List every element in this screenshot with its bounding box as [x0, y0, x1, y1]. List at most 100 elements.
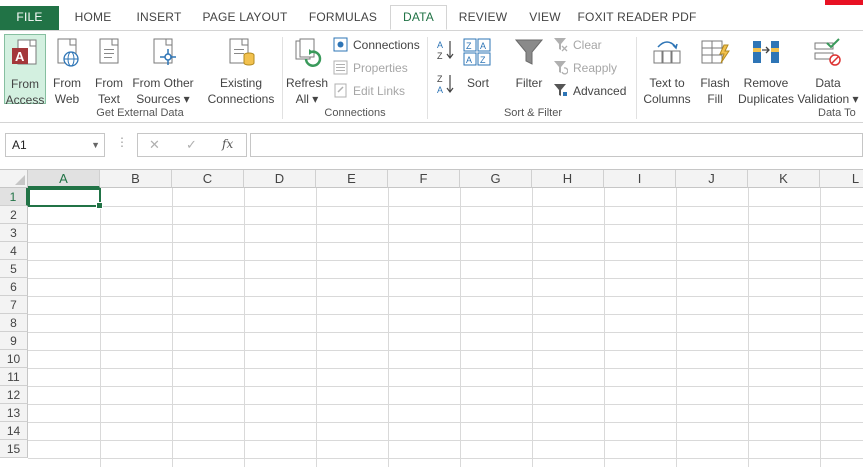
tab-home[interactable]: HOME: [64, 6, 122, 30]
sort-z-to-a-button[interactable]: Z A: [436, 73, 456, 97]
clear-filter-button[interactable]: Clear: [553, 35, 602, 55]
svg-text:Z: Z: [437, 51, 443, 61]
tab-data[interactable]: DATA: [390, 5, 447, 30]
advanced-filter-icon: [554, 84, 567, 96]
svg-text:Z: Z: [437, 74, 443, 84]
from-access-label-1: From: [11, 77, 39, 91]
chevron-down-icon[interactable]: ▼: [91, 134, 100, 156]
gridline-horizontal: [28, 368, 863, 369]
existing-connections-button[interactable]: Existing Connections: [205, 34, 277, 106]
text-to-columns-button[interactable]: Text to Columns: [641, 34, 693, 106]
row-header-12[interactable]: 12: [0, 386, 28, 404]
name-box[interactable]: A1 ▼: [5, 133, 105, 157]
enter-icon[interactable]: ✓: [186, 137, 197, 153]
gridline-horizontal: [28, 260, 863, 261]
advanced-filter-button[interactable]: Advanced: [553, 81, 626, 101]
row-header-13[interactable]: 13: [0, 404, 28, 422]
name-box-value: A1: [12, 138, 27, 152]
sort-icon: Z A A Z: [463, 38, 491, 66]
svg-text:A: A: [437, 85, 443, 95]
row-header-1[interactable]: 1: [0, 188, 28, 206]
column-header-i[interactable]: I: [604, 170, 676, 188]
worksheet-grid[interactable]: A B C D E F G H I J K L 1 2 3 4 5 6 7 8 9 10 11 12 13 14 15: [0, 169, 863, 467]
row-header-11[interactable]: 11: [0, 368, 28, 386]
refresh-all-button[interactable]: Refresh All ▾: [286, 34, 328, 106]
column-header-k[interactable]: K: [748, 170, 820, 188]
from-text-button[interactable]: From Text: [91, 34, 127, 106]
svg-text:A: A: [15, 49, 25, 64]
row-header-8[interactable]: 8: [0, 314, 28, 332]
reapply-button[interactable]: Reapply: [553, 58, 617, 78]
row-header-15[interactable]: 15: [0, 440, 28, 458]
column-header-l[interactable]: L: [820, 170, 863, 188]
tab-review[interactable]: REVIEW: [452, 6, 514, 30]
tab-formulas[interactable]: FORMULAS: [301, 6, 385, 30]
connections-button[interactable]: Connections: [333, 35, 420, 55]
row-header-5[interactable]: 5: [0, 260, 28, 278]
tab-page-layout[interactable]: PAGE LAYOUT: [196, 6, 294, 30]
selected-cell-a1[interactable]: [28, 188, 103, 209]
sort-button[interactable]: Z A A Z Sort: [461, 34, 495, 104]
tab-view[interactable]: VIEW: [520, 6, 570, 30]
sort-label: Sort: [466, 76, 489, 90]
from-other-sources-button[interactable]: From Other Sources ▾: [131, 34, 195, 106]
column-header-d[interactable]: D: [244, 170, 316, 188]
row-header-4[interactable]: 4: [0, 242, 28, 260]
select-all-button[interactable]: [0, 170, 28, 188]
clear-filter-icon: [554, 38, 568, 52]
close-strip[interactable]: [825, 0, 863, 5]
column-header-g[interactable]: G: [460, 170, 532, 188]
sort-a-to-z-button[interactable]: A Z: [436, 39, 456, 63]
other-sources-icon: [153, 38, 176, 65]
column-header-e[interactable]: E: [316, 170, 388, 188]
row-header-14[interactable]: 14: [0, 422, 28, 440]
flash-fill-icon: [701, 40, 730, 64]
tab-foxit-reader-pdf[interactable]: FOXIT READER PDF: [577, 6, 697, 30]
connections-icon: [333, 37, 348, 52]
cancel-icon[interactable]: ✕: [149, 137, 160, 153]
from-web-button[interactable]: From Web: [49, 34, 85, 106]
gridline-vertical: [604, 188, 605, 467]
properties-button[interactable]: Properties: [333, 58, 408, 78]
column-header-b[interactable]: B: [100, 170, 172, 188]
tab-file[interactable]: FILE: [0, 6, 59, 30]
gridline-vertical: [676, 188, 677, 467]
row-header-9[interactable]: 9: [0, 332, 28, 350]
from-access-button[interactable]: A From Access: [4, 34, 46, 107]
filter-button[interactable]: Filter: [510, 34, 548, 104]
edit-links-label: Edit Links: [353, 84, 406, 98]
tab-insert[interactable]: INSERT: [128, 6, 190, 30]
data-validation-button[interactable]: Data Validation ▾: [797, 34, 859, 106]
properties-label: Properties: [353, 61, 408, 75]
from-text-label-1: From: [95, 76, 123, 90]
properties-icon: [333, 60, 348, 75]
sort-ascending-icon: A Z: [437, 40, 454, 61]
column-header-a[interactable]: A: [28, 170, 100, 188]
formula-input[interactable]: [250, 133, 863, 157]
column-header-j[interactable]: J: [676, 170, 748, 188]
gridline-horizontal: [28, 296, 863, 297]
excel-window: FILE HOME INSERT PAGE LAYOUT FORMULAS DA…: [0, 0, 863, 467]
gridline-horizontal: [28, 458, 863, 459]
row-header-10[interactable]: 10: [0, 350, 28, 368]
gridline-vertical: [460, 188, 461, 467]
row-header-2[interactable]: 2: [0, 206, 28, 224]
formula-bar-grip-icon[interactable]: ⋮: [116, 135, 128, 149]
row-header-7[interactable]: 7: [0, 296, 28, 314]
column-header-c[interactable]: C: [172, 170, 244, 188]
row-header-6[interactable]: 6: [0, 278, 28, 296]
from-web-label-2: Web: [54, 92, 80, 106]
filter-label: Filter: [515, 76, 543, 90]
web-globe-icon: [57, 38, 79, 67]
insert-function-icon[interactable]: fx: [222, 137, 233, 151]
edit-links-button[interactable]: Edit Links: [333, 81, 405, 101]
existing-connections-icon: [229, 38, 255, 66]
filter-funnel-icon: [514, 39, 544, 65]
column-header-f[interactable]: F: [388, 170, 460, 188]
text-to-columns-label-2: Columns: [643, 92, 691, 106]
flash-fill-button[interactable]: Flash Fill: [697, 34, 733, 106]
row-header-3[interactable]: 3: [0, 224, 28, 242]
remove-duplicates-button[interactable]: Remove Duplicates: [737, 34, 795, 106]
column-header-h[interactable]: H: [532, 170, 604, 188]
refresh-label-2: All ▾: [295, 92, 319, 106]
